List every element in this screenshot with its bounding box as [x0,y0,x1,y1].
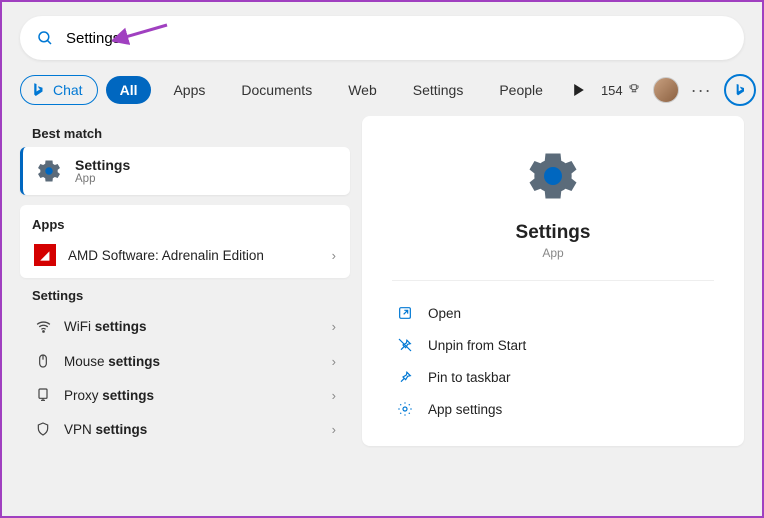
unpin-icon [396,337,414,353]
search-icon [36,29,54,47]
apps-header: Apps [20,209,350,236]
trophy-icon [627,83,641,97]
settings-row-mouse[interactable]: Mouse settings › [20,344,350,378]
action-unpin-start[interactable]: Unpin from Start [392,329,714,361]
mouse-icon [34,353,52,369]
filter-apps[interactable]: Apps [159,76,219,104]
settings-row-proxy[interactable]: Proxy settings › [20,378,350,412]
open-icon [396,305,414,321]
results-column: Best match Settings App Apps ◢ AMD Softw… [20,116,350,446]
app-row[interactable]: ◢ AMD Software: Adrenalin Edition › [20,236,350,274]
points-value: 154 [601,83,623,98]
filter-chat-label: Chat [53,82,83,98]
filter-bar: Chat All Apps Documents Web Settings Peo… [2,60,762,116]
rewards-points[interactable]: 154 [601,83,641,98]
action-label: Unpin from Start [428,338,526,353]
chevron-right-icon: › [332,319,336,334]
more-menu[interactable]: ··· [691,80,712,101]
gear-icon [35,157,63,185]
gear-icon [523,146,583,206]
apps-group: Apps ◢ AMD Software: Adrenalin Edition › [20,205,350,278]
bing-button[interactable] [724,74,756,106]
settings-row-wifi[interactable]: WiFi settings › [20,309,350,344]
divider [392,280,714,281]
action-label: App settings [428,402,502,417]
preview-title: Settings [516,222,591,244]
best-match-item[interactable]: Settings App [20,147,350,195]
user-avatar[interactable] [653,77,679,103]
action-open[interactable]: Open [392,297,714,329]
filter-web[interactable]: Web [334,76,391,104]
filter-all[interactable]: All [106,76,152,104]
app-name: AMD Software: Adrenalin Edition [68,248,264,263]
settings-row-vpn[interactable]: VPN settings › [20,412,350,446]
filter-chat[interactable]: Chat [20,75,98,105]
settings-row-label: Mouse settings [64,354,160,369]
gear-icon [396,401,414,417]
filter-more-play[interactable] [565,80,593,100]
chevron-right-icon: › [332,248,336,263]
best-match-header: Best match [20,116,350,147]
shield-icon [34,421,52,437]
preview-subtitle: App [542,246,563,260]
preview-panel: Settings App Open Unpin from Start Pin t… [362,116,744,446]
wifi-icon [34,318,52,335]
pin-icon [396,369,414,385]
settings-row-label: Proxy settings [64,388,154,403]
filter-settings[interactable]: Settings [399,76,478,104]
filter-documents[interactable]: Documents [227,76,326,104]
annotation-arrow [112,20,172,50]
proxy-icon [34,387,52,403]
action-app-settings[interactable]: App settings [392,393,714,425]
chevron-right-icon: › [332,354,336,369]
bing-icon [29,81,47,99]
action-label: Pin to taskbar [428,370,511,385]
chevron-right-icon: › [332,422,336,437]
filter-people[interactable]: People [485,76,557,104]
best-match-title: Settings [75,157,130,173]
chevron-right-icon: › [332,388,336,403]
best-match-subtitle: App [75,173,130,185]
action-label: Open [428,306,461,321]
action-pin-taskbar[interactable]: Pin to taskbar [392,361,714,393]
settings-row-label: WiFi settings [64,319,147,334]
settings-row-label: VPN settings [64,422,147,437]
amd-icon: ◢ [34,244,56,266]
settings-header: Settings [20,278,350,309]
